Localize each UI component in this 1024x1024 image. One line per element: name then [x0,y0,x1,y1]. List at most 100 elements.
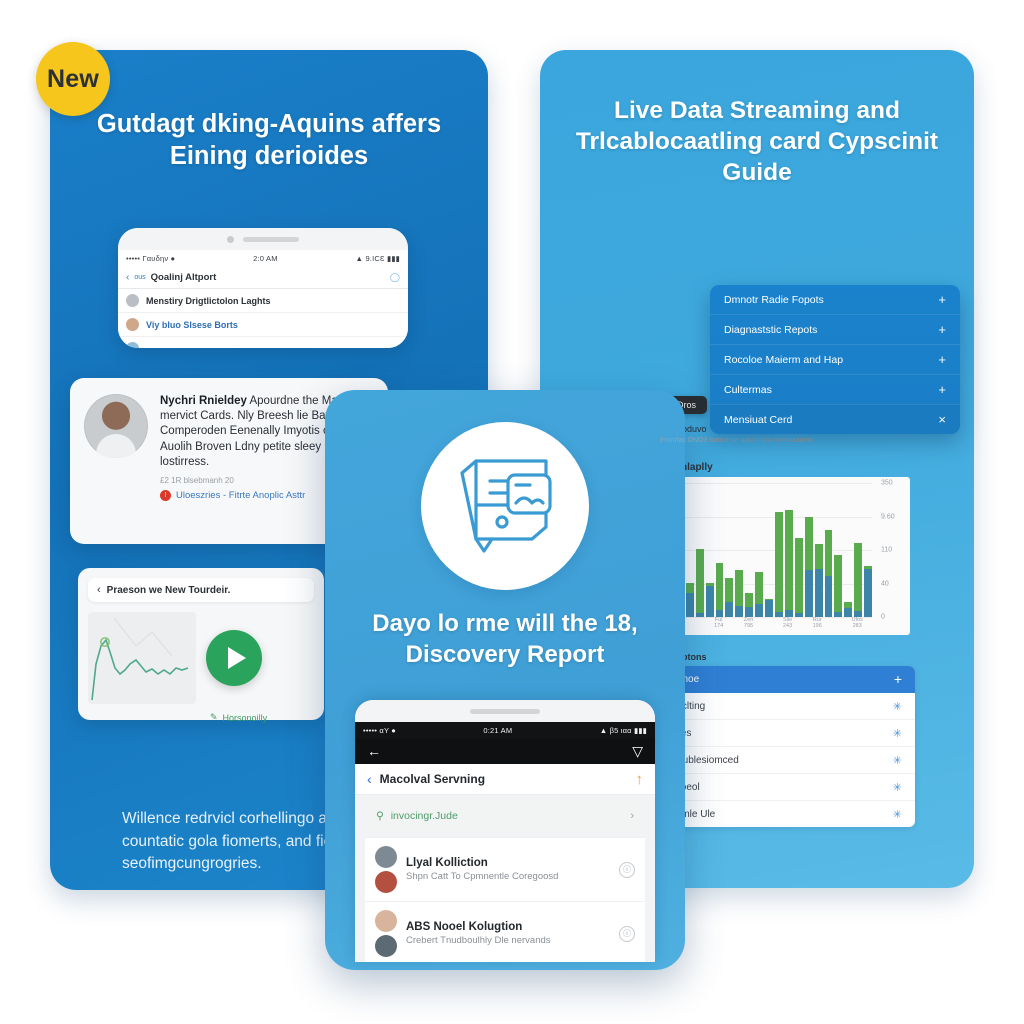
asterisk-icon[interactable]: ✳ [893,727,902,740]
x-tick-label: Ful 174 [714,617,724,629]
avatar [126,318,139,331]
chart-y-axis: 350 9.60 110 40 0 [876,477,910,635]
chart-bar-segment-blue [784,610,793,617]
option-row[interactable]: vides ✳ [655,720,915,747]
status-time: 2:0 AM [253,253,278,263]
chart-bar [745,483,754,617]
avatar [375,871,397,893]
info-icon[interactable]: ⓘ [619,861,635,878]
chart-bar-segment-green [774,512,783,613]
chart-bar-segment-green [735,570,744,606]
promo-graphic: Gutdagt dking-Aquins affers Eining derio… [0,0,1024,1024]
search-field[interactable]: ⚲ invocingr.Jude › [365,803,645,829]
dropdown-item-label: Dmnotr Radie Fopots [724,293,824,306]
dropdown-item[interactable]: Rocoloe Maierm and Hap + [710,344,960,374]
play-button[interactable] [206,630,262,686]
back-chevron-icon[interactable]: ‹ [367,771,372,787]
right-panel-heading: Live Data Streaming and Trlcablocaatling… [575,97,939,186]
chart-bar-segment-green [834,554,843,612]
chart-bar-segment-blue [685,593,694,617]
dropdown-item-selected[interactable]: Mensiuat Cerd × [710,404,960,434]
speaker-bar [470,708,540,714]
alert-icon: ! [160,489,171,501]
pencil-icon: ✎ [210,712,218,722]
chart-bar-segment-blue [814,568,823,617]
arrow-left-icon[interactable]: ← [367,743,381,759]
list-item[interactable]: Menstiry Drigtlictolon Laghts [118,289,408,313]
dropdown-item-label: Mensiuat Cerd [724,413,793,426]
dropdown-item-label: Cultermas [724,383,772,396]
center-heading: Dayo lo rme will the 18, Discovery Repor… [372,610,638,669]
plus-icon[interactable]: + [894,671,902,687]
list-item[interactable]: ABS Nooel Kolugtion Crebert Tnudboulhly … [365,901,645,962]
asterisk-icon[interactable]: ✳ [893,700,902,713]
video-caption-label: Horsonoilly [222,712,268,723]
option-row[interactable]: Moclting ✳ [655,693,915,720]
chart-x-axis: Ibr 150Ful 174Zen 795Slie 243Rur 196Ufos… [666,617,872,635]
dropdown-item[interactable]: Cultermas + [710,374,960,404]
plus-icon[interactable]: + [938,352,946,367]
option-row[interactable]: Troublesiomced ✳ [655,747,915,774]
asterisk-icon[interactable]: ✳ [893,754,902,767]
dropdown-item-label: Rocoloe Maierm and Hap [724,353,844,366]
chart-bar [774,483,783,617]
list-item[interactable] [118,337,408,348]
close-icon[interactable]: × [938,412,946,427]
phone-notch [118,228,408,250]
dropdown-item-label: Diagnaststic Repots [724,323,818,336]
back-chevron-icon[interactable]: ‹ [126,272,129,283]
plus-icon[interactable]: + [938,322,946,337]
review-link-label[interactable]: Uloeszries - Fitrte Anoplic Asttr [176,490,305,501]
refresh-icon[interactable]: ◯ [390,272,400,283]
asterisk-icon[interactable]: ✳ [893,781,902,794]
dropdown-item[interactable]: Dmnotr Radie Fopots + [710,285,960,314]
video-card-caption: ✎ Horsonoilly [210,712,314,723]
chart-bar-segment-green [804,517,813,571]
option-row[interactable]: alemle Ule ✳ [655,801,915,827]
status-battery: ▲ 9.ICƐ ▮▮▮ [355,253,400,263]
center-phone-statusbar: ••••• αΥ ● 0:21 AM ▲ β5 ιαα ▮▮▮ [355,722,655,738]
status-time: 0:21 AM [483,725,513,735]
line-chart-svg [91,617,189,701]
chart-bar [814,483,823,617]
left-phone-navbar[interactable]: ‹ ous Qoalinj Altport ◯ [118,266,408,289]
chart-bar-segment-green [725,577,734,602]
option-row[interactable]: Caoeol ✳ [655,774,915,801]
avatar [126,342,139,348]
center-phone-topbar: ← ▽ [355,738,655,764]
list-item-title: ABS Nooel Kolugtion [406,921,523,933]
list-item[interactable]: Llyal Kolliction Shpn Catt To Cpmnentle … [365,837,645,901]
back-label[interactable]: ous [134,274,145,281]
asterisk-icon[interactable]: ✳ [893,808,902,821]
chart-bar-segment-green [745,593,754,608]
avatar [375,846,397,868]
status-battery: ▲ β5 ιαα ▮▮▮ [599,725,647,735]
chart-bar-segment-blue [755,603,764,617]
speaker-bar [243,236,299,242]
camera-dot-icon [227,235,234,243]
dropdown-item[interactable]: Diagnaststic Repots + [710,314,960,344]
video-card-header[interactable]: ‹ Praeson we New Tourdeir. [88,578,314,602]
chart-bar-segment-green [755,571,764,604]
chart-bar-segment-green [695,548,704,614]
plus-icon[interactable]: + [938,292,946,307]
list-item-title: Llyal Kolliction [406,857,488,869]
list-item[interactable]: Viy bluo Slsese Borts [118,313,408,337]
chart-bar-segment-green [685,582,694,594]
review-author: Nychri Rnieldey [160,395,247,407]
back-chevron-icon[interactable]: ‹ [97,584,101,596]
option-row-selected[interactable]: rannoe + [655,666,915,693]
new-badge: New [36,42,110,116]
x-tick-label: Zen 795 [743,617,754,629]
chevron-right-icon[interactable]: › [630,810,634,822]
avatar [375,910,397,932]
chart-bar [844,483,853,617]
search-value[interactable]: invocingr.Jude [391,810,458,822]
x-tick-label: Rur 196 [812,617,822,629]
arrow-up-icon[interactable]: ↑ [636,771,644,788]
video-card-title: Praeson we New Tourdeir. [106,584,231,596]
plus-icon[interactable]: + [938,382,946,397]
filter-icon[interactable]: ▽ [632,743,643,760]
info-icon[interactable]: ⓘ [619,925,635,942]
x-tick-label: Ufos 283 [851,617,863,629]
